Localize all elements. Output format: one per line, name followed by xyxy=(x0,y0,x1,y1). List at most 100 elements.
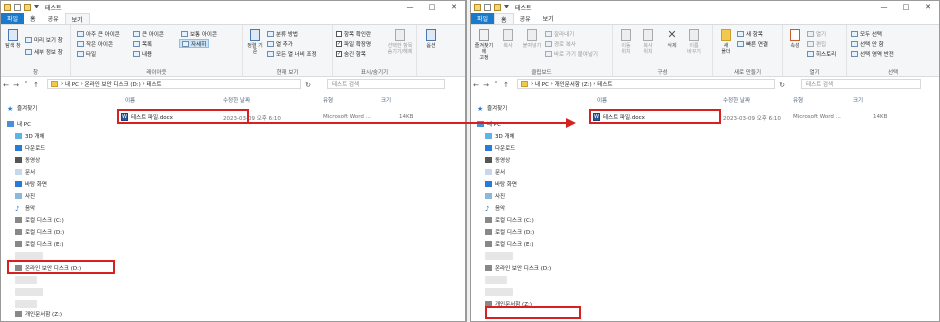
nav-this-pc[interactable]: 내 PC xyxy=(7,119,31,129)
properties-icon[interactable] xyxy=(484,3,491,11)
copy-path-button[interactable]: 경로 복사 xyxy=(545,39,576,48)
address-path[interactable]: › 내 PC › 개인문서함 (Z:) › 테스트 xyxy=(517,79,775,89)
search-input[interactable]: 테스트 검색 xyxy=(801,79,921,89)
chevron-down-icon[interactable] xyxy=(34,5,39,9)
history-button[interactable]: 히스토리 xyxy=(807,49,836,58)
maximize-button[interactable]: □ xyxy=(421,1,443,13)
add-columns-button[interactable]: 열 추가 xyxy=(267,39,293,48)
sort-by-button[interactable]: 정렬 기준 xyxy=(246,29,264,55)
nav-documents[interactable]: 문서 xyxy=(485,167,505,177)
layout-details[interactable]: 자세히 xyxy=(179,39,210,48)
pin-quick-access-button[interactable]: 즐겨찾기에 고정 xyxy=(473,29,495,61)
tab-view[interactable]: 보기 xyxy=(537,13,560,24)
cut-button[interactable]: 잘라내기 xyxy=(545,29,574,38)
breadcrumb-item[interactable]: 내 PC xyxy=(535,80,549,88)
tab-file[interactable]: 파일 xyxy=(471,13,495,24)
copy-to-button[interactable]: 복사 위치 xyxy=(639,29,657,55)
layout-list[interactable]: 목록 xyxy=(133,39,152,48)
nav-blurred-item[interactable] xyxy=(15,299,37,309)
nav-pictures[interactable]: 사진 xyxy=(15,191,35,201)
checkbox-checked[interactable]: ✓ xyxy=(336,40,342,47)
layout-content[interactable]: 내용 xyxy=(133,49,152,58)
nav-3d-objects[interactable]: 3D 개체 xyxy=(15,131,45,141)
nav-blurred-item[interactable] xyxy=(485,275,507,285)
properties-button[interactable]: 속성 xyxy=(786,29,804,49)
open-button[interactable]: 열기 xyxy=(807,29,826,38)
breadcrumb-item[interactable]: 개인문서함 (Z:) xyxy=(555,80,592,88)
nav-music[interactable]: ♪ 음악 xyxy=(15,203,35,213)
easy-access-button[interactable]: 빠른 연결 xyxy=(737,39,768,48)
back-arrow-icon[interactable]: ← xyxy=(471,81,481,89)
refresh-icon[interactable]: ↻ xyxy=(303,81,313,89)
move-to-button[interactable]: 이동 위치 xyxy=(617,29,635,55)
tab-share[interactable]: 공유 xyxy=(42,13,65,24)
tab-view[interactable]: 보기 xyxy=(64,13,90,24)
navigation-pane-button[interactable]: 탐색 창 xyxy=(4,29,22,49)
column-header-date[interactable]: 수정한 날짜 xyxy=(723,96,750,105)
nav-videos[interactable]: 동영상 xyxy=(15,155,40,165)
column-header-type[interactable]: 유형 xyxy=(793,96,803,105)
nav-documents[interactable]: 문서 xyxy=(15,167,35,177)
hidden-items-toggle[interactable]: ✓ 숨긴 항목 xyxy=(336,49,366,58)
nav-videos[interactable]: 동영상 xyxy=(485,155,510,165)
details-pane-button[interactable]: 세부 정보 창 xyxy=(25,47,63,56)
search-input[interactable]: 테스트 검색 xyxy=(327,79,445,89)
nav-desktop[interactable]: 바탕 화면 xyxy=(485,179,517,189)
delete-button[interactable]: ✕ 삭제 xyxy=(663,29,681,50)
nav-drive-d[interactable]: 로컬 디스크 (D:) xyxy=(485,227,534,237)
checkbox-checked[interactable]: ✓ xyxy=(336,50,342,57)
nav-drive-e[interactable]: 로컬 디스크 (E:) xyxy=(485,239,533,249)
nav-personal-docs[interactable]: 개인문서함 (Z:) xyxy=(15,309,62,319)
chevron-down-icon[interactable] xyxy=(504,5,509,9)
nav-downloads[interactable]: 다운로드 xyxy=(485,143,515,153)
file-extensions-toggle[interactable]: ✓ 파일 확장명 xyxy=(336,39,371,48)
hide-selected-button[interactable]: 선택한 항목 숨기기/해제 xyxy=(385,29,415,55)
recent-chevron-icon[interactable]: ˅ xyxy=(21,81,31,89)
nav-blurred-item[interactable] xyxy=(485,287,513,297)
column-header-date[interactable]: 수정한 날짜 xyxy=(223,96,250,105)
new-folder-icon[interactable] xyxy=(24,3,31,11)
nav-drive-e[interactable]: 로컬 디스크 (E:) xyxy=(15,239,63,249)
nav-3d-objects[interactable]: 3D 개체 xyxy=(485,131,515,141)
nav-quick-access[interactable]: ★ 즐겨찾기 xyxy=(477,103,507,113)
minimize-button[interactable]: — xyxy=(399,1,421,13)
breadcrumb-item[interactable]: 테스트 xyxy=(597,80,612,88)
nav-downloads[interactable]: 다운로드 xyxy=(15,143,45,153)
column-header-size[interactable]: 크기 xyxy=(853,96,863,105)
close-button[interactable]: ✕ xyxy=(917,1,939,13)
nav-online-secure-disk[interactable]: 온라인 보안 디스크 (D:) xyxy=(485,263,551,273)
tab-home[interactable]: 홈 xyxy=(24,13,42,24)
close-button[interactable]: ✕ xyxy=(443,1,465,13)
properties-icon[interactable] xyxy=(14,3,21,11)
forward-arrow-icon[interactable]: → xyxy=(481,81,491,89)
nav-blurred-item[interactable] xyxy=(485,251,513,261)
nav-drive-c[interactable]: 로컬 디스크 (C:) xyxy=(15,215,64,225)
nav-music[interactable]: ♪ 음악 xyxy=(485,203,505,213)
rename-button[interactable]: 이름 바꾸기 xyxy=(685,29,703,55)
invert-selection-button[interactable]: 선택 영역 반전 xyxy=(851,49,894,58)
checkbox[interactable] xyxy=(336,30,342,37)
item-checkboxes-toggle[interactable]: 항목 확인란 xyxy=(336,29,371,38)
maximize-button[interactable]: □ xyxy=(895,1,917,13)
select-all-button[interactable]: 모두 선택 xyxy=(851,29,882,38)
group-by-button[interactable]: 분류 방법 xyxy=(267,29,298,38)
up-arrow-icon[interactable]: ↑ xyxy=(31,81,41,89)
breadcrumb-item[interactable]: 온라인 보안 디스크 (D:) xyxy=(85,80,141,88)
column-header-name[interactable]: 이름 xyxy=(125,96,135,105)
column-header-type[interactable]: 유형 xyxy=(323,96,333,105)
up-arrow-icon[interactable]: ↑ xyxy=(501,81,511,89)
layout-medium-icons[interactable]: 보통 아이콘 xyxy=(181,29,217,38)
minimize-button[interactable]: — xyxy=(873,1,895,13)
layout-small-icons[interactable]: 작은 아이콘 xyxy=(77,39,113,48)
column-header-name[interactable]: 이름 xyxy=(597,96,607,105)
copy-button[interactable]: 복사 xyxy=(499,29,517,49)
nav-quick-access[interactable]: ★ 즐겨찾기 xyxy=(7,103,37,113)
fit-columns-button[interactable]: 모든 열 너비 조정 xyxy=(267,49,317,58)
address-path[interactable]: › 내 PC › 온라인 보안 디스크 (D:) › 테스트 xyxy=(47,79,301,89)
recent-chevron-icon[interactable]: ˅ xyxy=(491,81,501,89)
new-folder-icon[interactable] xyxy=(494,3,501,11)
nav-pictures[interactable]: 사진 xyxy=(485,191,505,201)
breadcrumb-item[interactable]: 테스트 xyxy=(146,80,161,88)
breadcrumb-item[interactable]: 내 PC xyxy=(65,80,79,88)
tab-file[interactable]: 파일 xyxy=(1,13,25,24)
